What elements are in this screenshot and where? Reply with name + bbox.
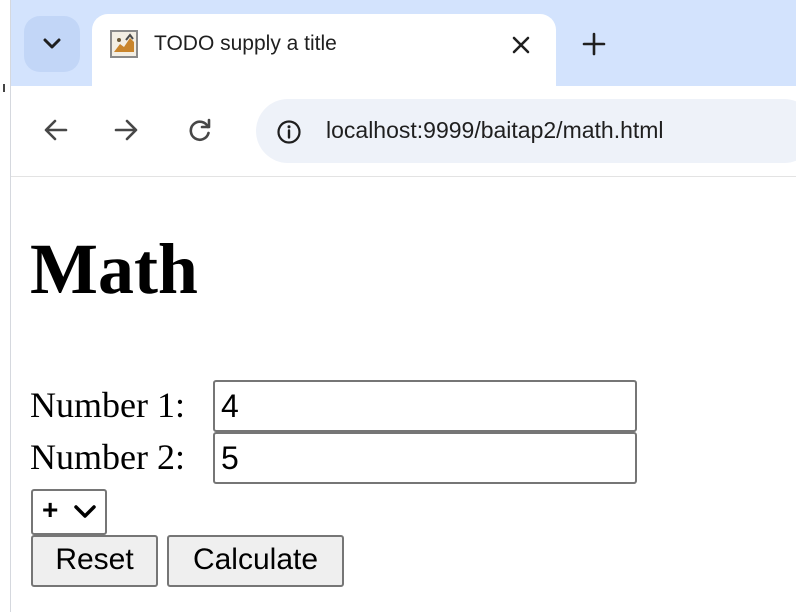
forward-arrow-icon[interactable] bbox=[112, 116, 140, 144]
tab-search-button[interactable] bbox=[24, 16, 80, 72]
page-content: Math Number 1: Number 2: + Reset Calcula… bbox=[10, 177, 796, 612]
page-title: Math bbox=[30, 229, 198, 309]
reset-button[interactable]: Reset bbox=[31, 535, 158, 587]
number1-input[interactable] bbox=[213, 380, 637, 432]
calculate-button[interactable]: Calculate bbox=[167, 535, 344, 587]
cat-favicon-icon bbox=[110, 30, 138, 58]
browser-toolbar: localhost:9999/baitap2/math.html bbox=[10, 86, 796, 177]
address-bar[interactable]: localhost:9999/baitap2/math.html bbox=[256, 99, 796, 163]
number2-label: Number 2: bbox=[30, 437, 185, 477]
reload-icon[interactable] bbox=[186, 116, 214, 144]
operator-select[interactable]: + bbox=[31, 489, 107, 535]
tab-strip: TODO supply a title bbox=[10, 0, 796, 86]
window-resize-grip[interactable] bbox=[3, 84, 5, 92]
url-text[interactable]: localhost:9999/baitap2/math.html bbox=[326, 117, 664, 144]
number2-input[interactable] bbox=[213, 432, 637, 484]
tab-active[interactable]: TODO supply a title bbox=[92, 14, 556, 86]
tab-title: TODO supply a title bbox=[154, 32, 337, 55]
window-left-edge bbox=[0, 0, 11, 612]
chevron-down-icon bbox=[43, 38, 61, 49]
chevron-down-icon bbox=[74, 505, 96, 518]
number1-label: Number 1: bbox=[30, 385, 185, 425]
close-icon[interactable] bbox=[510, 34, 532, 56]
operator-selected-value: + bbox=[42, 494, 59, 525]
back-arrow-icon[interactable] bbox=[42, 116, 70, 144]
info-icon[interactable] bbox=[276, 119, 302, 145]
new-tab-plus-icon[interactable] bbox=[582, 32, 606, 56]
